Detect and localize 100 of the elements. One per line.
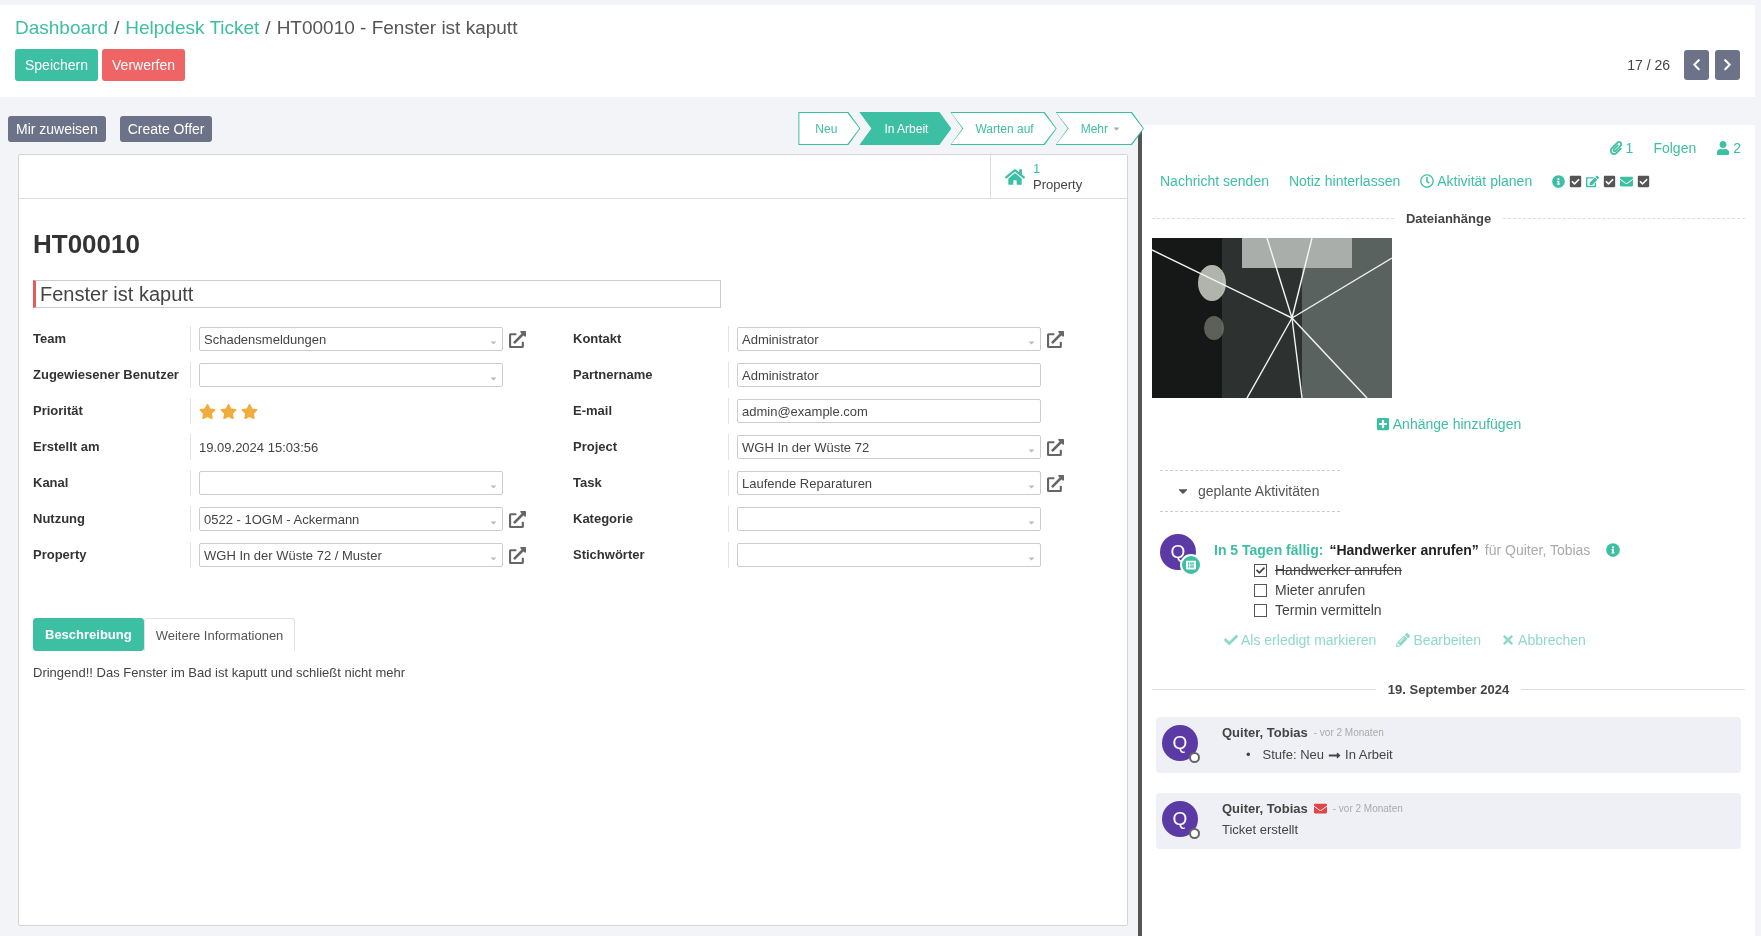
select-field[interactable] <box>199 363 503 387</box>
ticket-number: HT00010 <box>33 229 141 260</box>
avatar: Q <box>1162 801 1198 837</box>
field-label: Nutzung <box>33 506 191 532</box>
select-field[interactable]: WGH In der Wüste 72 / Muster <box>199 543 503 567</box>
breadcrumb-link[interactable]: Helpdesk Ticket <box>125 17 260 39</box>
checkbox-icon[interactable] <box>1637 174 1651 188</box>
select-field[interactable] <box>737 507 1041 531</box>
stage-more-button[interactable]: Mehr <box>1055 112 1144 145</box>
external-link-icon[interactable] <box>1047 474 1064 492</box>
info-icon[interactable] <box>1606 543 1621 557</box>
field-label: Task <box>573 470 729 496</box>
select-field[interactable]: Laufende Reparaturen <box>737 471 1041 495</box>
breadcrumb-link[interactable]: Dashboard <box>15 17 108 39</box>
field-label: Kontakt <box>573 326 729 352</box>
check-icon <box>1224 633 1238 647</box>
external-link-icon[interactable] <box>1047 438 1064 456</box>
previous-button[interactable] <box>1684 50 1709 80</box>
activities-toggle[interactable]: geplante Aktivitäten <box>1160 470 1340 512</box>
activity-summary: “Handwerker anrufen” <box>1329 542 1479 558</box>
action-button[interactable]: Mir zuweisen <box>8 115 106 142</box>
chatter-action-link[interactable]: Aktivität planen <box>1420 173 1533 189</box>
description-text: Dringend!! Das Fenster im Bad ist kaputt und schließt nicht mehr <box>33 665 407 680</box>
external-link-icon[interactable] <box>509 510 526 528</box>
field-label: E-mail <box>573 398 729 424</box>
activity-action-link[interactable]: Bearbeiten <box>1396 632 1482 648</box>
attachments-link[interactable]: 1 <box>1608 140 1634 156</box>
message-author: Quiter, Tobias <box>1222 801 1308 816</box>
next-button[interactable] <box>1715 50 1740 80</box>
field-label: Priorität <box>33 398 191 424</box>
message-body: Ticket erstellt <box>1222 822 1300 837</box>
discard-button[interactable]: Verwerfen <box>102 49 186 81</box>
field-label: Zugewiesener Benutzer <box>33 362 191 388</box>
chevron-right-icon <box>1721 58 1734 72</box>
plus-icon <box>1375 417 1390 431</box>
envelope-icon <box>1313 802 1327 815</box>
message-time: - vor 2 Monaten <box>1313 727 1384 738</box>
checkbox[interactable] <box>1254 563 1267 577</box>
tags-field[interactable] <box>737 543 1041 567</box>
select-field[interactable]: 0522 - 1OGM - Ackermann <box>199 507 503 531</box>
breadcrumb-separator: / <box>265 17 271 39</box>
message-author: Quiter, Tobias <box>1222 725 1308 740</box>
checkbox-icon[interactable] <box>1569 174 1583 188</box>
field-label: Erstellt am <box>33 434 191 460</box>
activity-action-link[interactable]: Abbrechen <box>1501 632 1586 648</box>
checkbox-icon[interactable] <box>1603 174 1617 188</box>
avatar: Q <box>1162 725 1198 761</box>
stage-button[interactable]: Neu <box>798 112 861 145</box>
date-separator: 19. September 2024 <box>1387 682 1510 697</box>
field-label: Property <box>33 542 191 568</box>
tab[interactable]: Weitere Informationen <box>143 618 296 651</box>
select-field[interactable]: Administrator <box>737 327 1041 351</box>
paperclip-icon <box>1608 141 1623 155</box>
field-label: Project <box>573 434 729 460</box>
title-input[interactable]: Fenster ist kaputt <box>33 280 721 308</box>
checklist-item[interactable]: Mieter anrufen <box>1254 582 1621 598</box>
followers-link[interactable]: 2 <box>1716 140 1741 156</box>
assignee-text: für Quiter, Tobias <box>1484 542 1591 558</box>
star-icon[interactable] <box>199 402 216 420</box>
field-label: Team <box>33 326 191 352</box>
checkbox[interactable] <box>1254 603 1267 617</box>
close-icon <box>1501 633 1516 647</box>
tracking-new-value: In Arbeit <box>1345 746 1393 764</box>
chatter-action-link[interactable]: Notiz hinterlassen <box>1288 173 1401 189</box>
stage-button[interactable]: In Arbeit <box>859 112 952 145</box>
user-icon <box>1716 141 1731 155</box>
star-icon[interactable] <box>241 402 258 420</box>
activity-action-link[interactable]: Als erledigt markieren <box>1224 632 1377 648</box>
select-field[interactable]: WGH In der Wüste 72 <box>737 435 1041 459</box>
select-field[interactable]: Schadensmeldungen <box>199 327 503 351</box>
stage-button[interactable]: Warten auf <box>950 112 1057 145</box>
checkbox[interactable] <box>1254 583 1267 597</box>
tab[interactable]: Beschreibung <box>33 618 144 651</box>
clock-icon <box>1420 174 1435 188</box>
external-link-icon[interactable] <box>509 546 526 564</box>
checklist-item[interactable]: Handwerker anrufen <box>1254 562 1621 578</box>
select-field[interactable] <box>199 471 503 495</box>
input-field[interactable]: Administrator <box>737 363 1041 387</box>
checklist-item[interactable]: Termin vermitteln <box>1254 602 1621 618</box>
bullet-marker: • <box>1246 746 1251 764</box>
external-link-icon[interactable] <box>509 330 526 348</box>
field-label: Stichwörter <box>573 542 729 568</box>
message-time: - vor 2 Monaten <box>1332 803 1403 814</box>
field-label: Kategorie <box>573 506 729 532</box>
chatter-action-link[interactable]: Nachricht senden <box>1160 173 1269 189</box>
field-value: 19.09.2024 15:03:56 <box>199 439 319 455</box>
action-button[interactable]: Create Offer <box>119 115 213 142</box>
caret-icon <box>1112 124 1121 133</box>
input-field[interactable]: admin@example.com <box>737 399 1041 423</box>
due-label: In 5 Tagen fällig: <box>1214 542 1324 558</box>
star-icon[interactable] <box>220 402 237 420</box>
external-link-icon[interactable] <box>1047 330 1064 348</box>
save-button[interactable]: Speichern <box>15 49 99 81</box>
tracking-old-value: Stufe: Neu <box>1262 746 1324 764</box>
pager-counter: 17 / 26 <box>1627 57 1670 73</box>
field-label: Kanal <box>33 470 191 496</box>
page-title: HT00010 - Fenster ist kaputt <box>276 17 518 39</box>
property-smart-button[interactable]: 1 Property <box>990 155 1127 198</box>
follow-link[interactable]: Folgen <box>1653 140 1697 156</box>
add-attachment-link[interactable]: Anhänge hinzufügen <box>1375 416 1522 432</box>
